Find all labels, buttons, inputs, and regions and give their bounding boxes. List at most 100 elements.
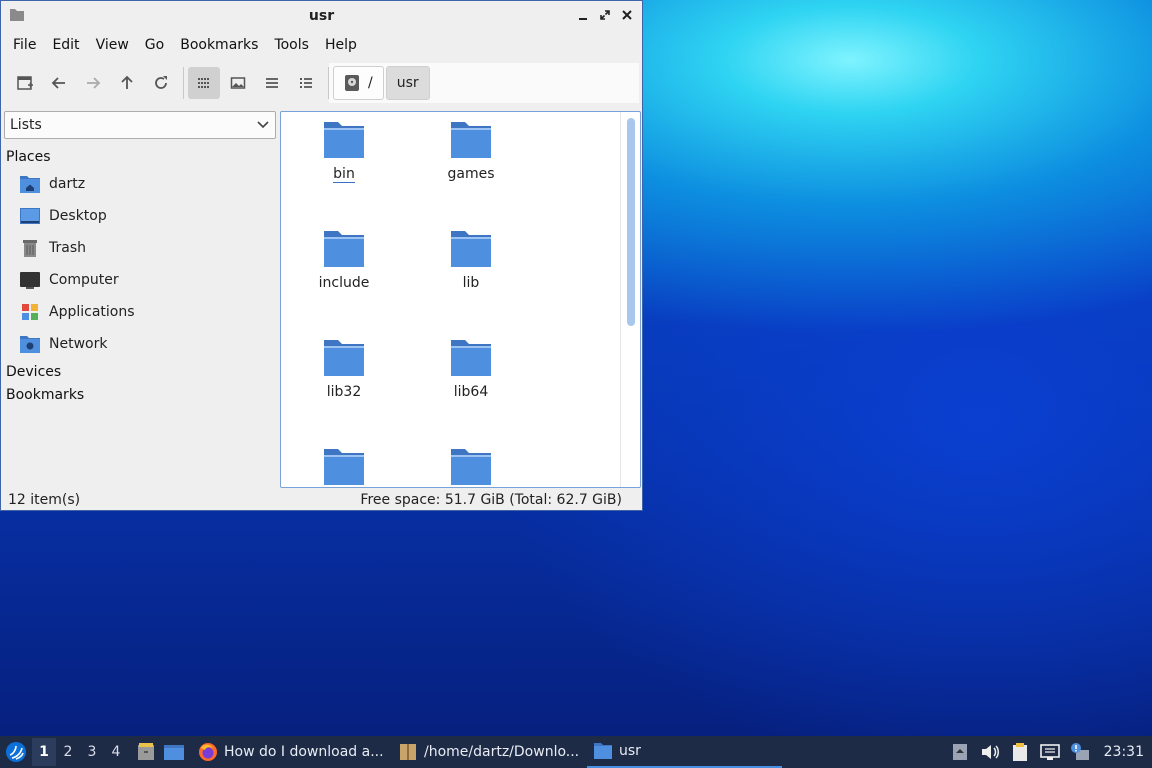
task-usr[interactable]: usr <box>587 736 782 768</box>
image-icon <box>230 77 246 89</box>
menu-go[interactable]: Go <box>137 37 172 53</box>
place-network[interactable]: Network <box>4 328 277 360</box>
folder-name: bin <box>333 166 355 183</box>
desktop-3-button[interactable]: 3 <box>80 738 104 766</box>
place-dartz[interactable]: dartz <box>4 168 277 200</box>
place-label: dartz <box>49 176 86 192</box>
minimize-icon <box>579 18 587 20</box>
up-button[interactable] <box>111 67 143 99</box>
path-current-label: usr <box>396 75 419 91</box>
folder-item[interactable]: games <box>421 120 521 182</box>
devices-header[interactable]: Devices <box>6 360 277 383</box>
menu-bookmarks[interactable]: Bookmarks <box>172 37 266 53</box>
reload-icon <box>155 76 167 89</box>
folder-icon <box>324 231 364 267</box>
menu-edit[interactable]: Edit <box>44 37 87 53</box>
folder-item[interactable]: lib32 <box>294 338 394 400</box>
folder-icon <box>451 231 491 267</box>
forward-button[interactable] <box>77 67 109 99</box>
path-usr-button[interactable]: usr <box>385 66 430 100</box>
desktop-1-button[interactable]: 1 <box>32 738 56 766</box>
network-wired-icon <box>1039 744 1060 760</box>
file-manager-launcher[interactable] <box>132 738 160 766</box>
place-label: Computer <box>49 272 119 288</box>
clipboard-button[interactable] <box>1010 742 1030 762</box>
file-view[interactable]: bin games include lib lib32 lib64 <box>280 111 641 488</box>
thumbnail-view-button[interactable] <box>222 67 254 99</box>
close-button[interactable] <box>618 6 636 24</box>
minimize-button[interactable] <box>574 6 592 24</box>
place-desktop[interactable]: Desktop <box>4 200 277 232</box>
desktop-4-button[interactable]: 4 <box>104 738 128 766</box>
notification-button[interactable] <box>1070 742 1090 762</box>
place-label: Applications <box>49 304 135 320</box>
folder-name: include <box>318 275 370 291</box>
folder-icon <box>451 340 491 376</box>
arrow-right-icon <box>87 77 101 89</box>
window-folder-icon <box>10 9 24 21</box>
menu-bar: File Edit View Go Bookmarks Tools Help <box>1 30 642 60</box>
task-label: usr <box>619 743 641 759</box>
menu-view[interactable]: View <box>88 37 137 53</box>
place-applications[interactable]: Applications <box>4 296 277 328</box>
side-panel-mode-value: Lists <box>10 117 42 133</box>
archive-icon <box>400 744 416 760</box>
desktop-2-button[interactable]: 2 <box>56 738 80 766</box>
menu-tools[interactable]: Tools <box>266 37 317 53</box>
vertical-scrollbar[interactable] <box>627 118 635 326</box>
system-tray: 23:31 <box>950 736 1152 768</box>
window-title: usr <box>308 7 335 24</box>
clock[interactable]: 23:31 <box>1104 744 1144 760</box>
list-icon <box>266 78 278 88</box>
icon-view-button[interactable] <box>188 67 220 99</box>
home-folder-icon <box>20 176 40 193</box>
chevron-up-icon <box>952 744 967 760</box>
path-bar: / usr <box>329 63 639 103</box>
detailed-list-button[interactable] <box>290 67 322 99</box>
path-root-button[interactable]: / <box>333 66 384 100</box>
maximize-button[interactable] <box>596 6 614 24</box>
start-menu-button[interactable] <box>0 736 32 768</box>
folder-item[interactable]: lib <box>421 229 521 291</box>
tray-expand-button[interactable] <box>950 742 970 762</box>
new-tab-button[interactable] <box>9 67 41 99</box>
folder-item[interactable] <box>294 447 394 487</box>
compact-view-button[interactable] <box>256 67 288 99</box>
folder-icon <box>451 122 491 158</box>
folder-item[interactable] <box>421 447 521 487</box>
folder-icon <box>324 449 364 485</box>
folder-item[interactable]: lib64 <box>421 338 521 400</box>
detailed-list-icon <box>300 78 312 88</box>
folder-name: lib <box>462 275 480 291</box>
toolbar-separator <box>183 67 184 99</box>
folder-name: games <box>447 166 495 182</box>
applications-icon <box>22 304 38 320</box>
menu-help[interactable]: Help <box>317 37 365 53</box>
show-desktop-launcher[interactable] <box>160 738 188 766</box>
close-icon <box>622 10 632 20</box>
file-cabinet-icon <box>138 743 154 760</box>
drive-icon <box>345 75 359 91</box>
bookmarks-header[interactable]: Bookmarks <box>6 383 277 406</box>
side-panel-mode-select[interactable]: Lists <box>4 111 276 139</box>
title-bar[interactable]: usr <box>1 1 642 30</box>
volume-button[interactable] <box>980 742 1000 762</box>
desktop-icon <box>20 208 40 224</box>
back-button[interactable] <box>43 67 75 99</box>
place-label: Network <box>49 336 108 352</box>
folder-item[interactable]: include <box>294 229 394 291</box>
folder-icon <box>324 122 364 158</box>
folder-item[interactable]: bin <box>294 120 394 183</box>
network-folder-icon <box>20 336 40 353</box>
places-header[interactable]: Places <box>6 145 277 168</box>
place-trash[interactable]: Trash <box>4 232 277 264</box>
volume-icon <box>981 745 999 759</box>
place-computer[interactable]: Computer <box>4 264 277 296</box>
task-archive[interactable]: /home/dartz/Downlo... <box>392 736 587 768</box>
lubuntu-logo-icon <box>6 742 26 762</box>
menu-file[interactable]: File <box>5 37 44 53</box>
network-tray-button[interactable] <box>1039 742 1060 762</box>
task-firefox[interactable]: How do I download a... <box>192 736 392 768</box>
reload-button[interactable] <box>145 67 177 99</box>
folder-name: lib64 <box>453 384 489 400</box>
